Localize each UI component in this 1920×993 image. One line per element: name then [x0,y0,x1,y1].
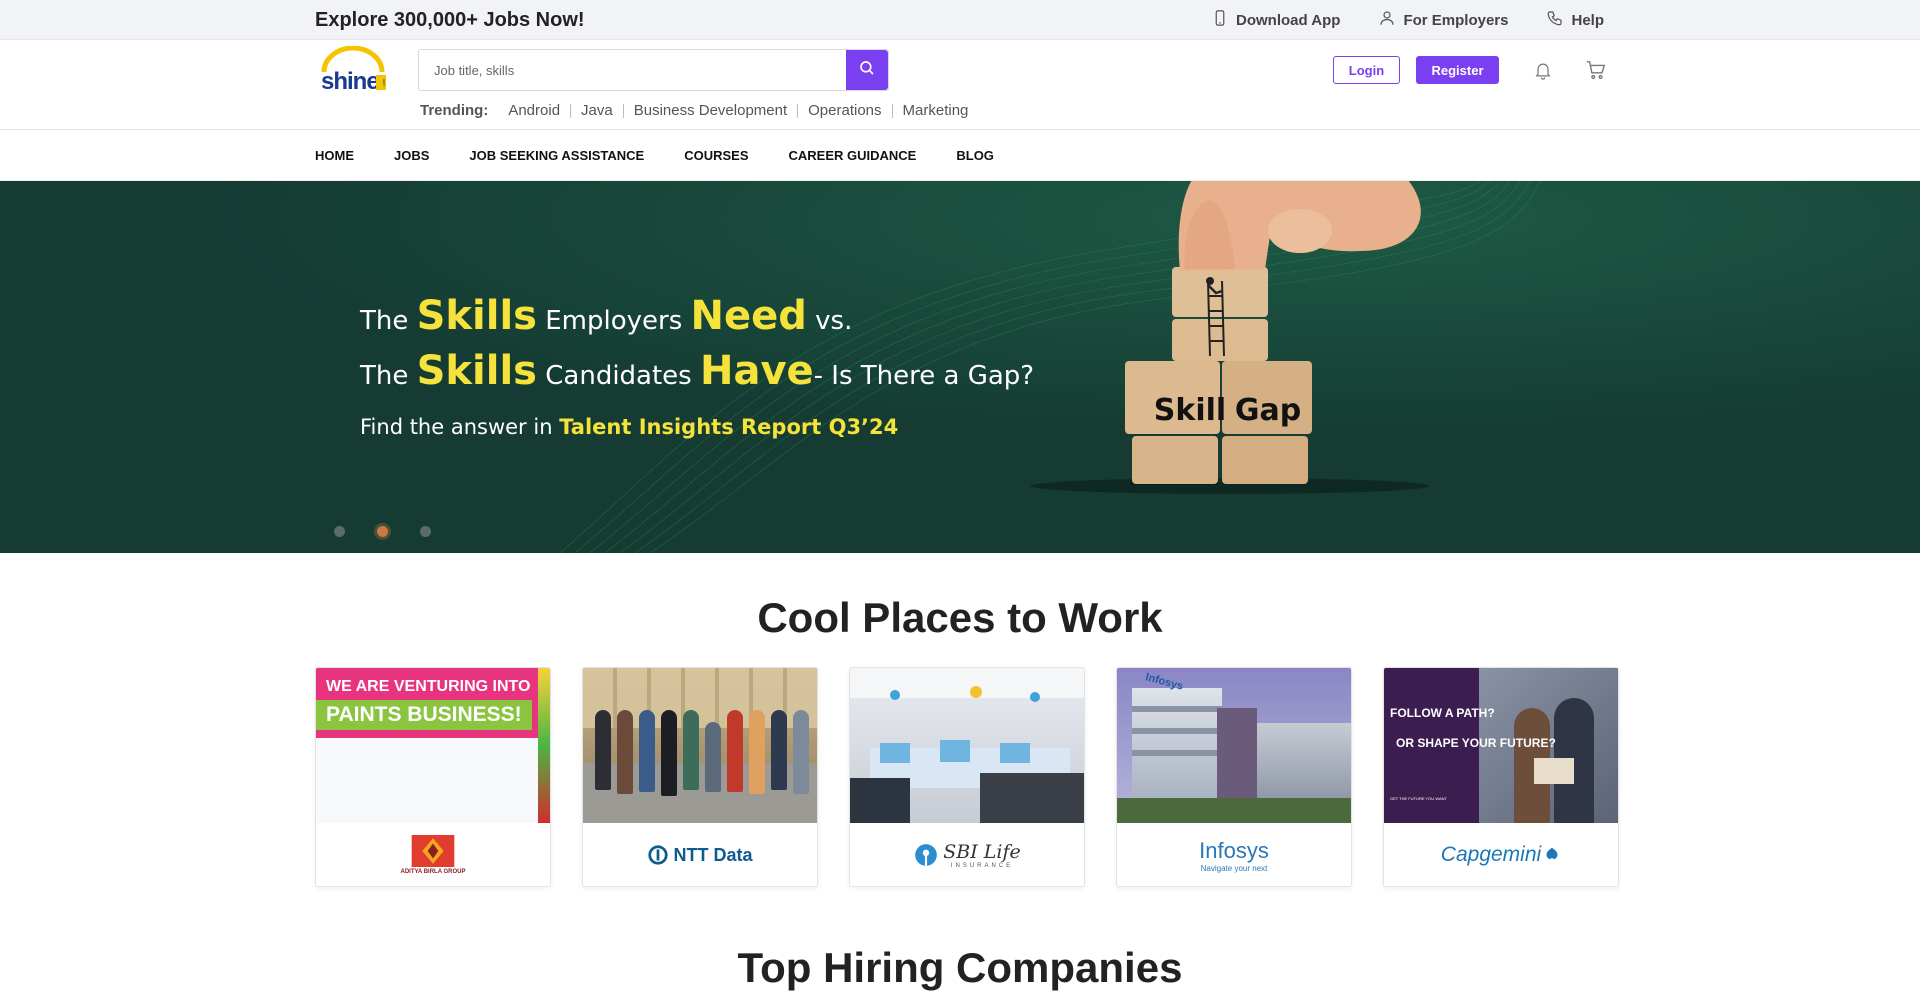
trending-label: Trending: [420,102,489,119]
company-logo: Capgemini [1384,823,1618,886]
banner-line2-highlight: Have [699,348,814,394]
banner-headline: The Skills Employers Need vs. The Skills… [360,291,1034,439]
help-label: Help [1571,11,1604,29]
search-button[interactable] [846,50,888,90]
aditya-birla-logo-icon [411,835,455,867]
company-subtext: INSURANCE [950,863,1014,869]
for-employers-label: For Employers [1403,11,1509,29]
phone-icon [1211,9,1229,31]
banner-line1-part: vs. [806,306,853,336]
sbi-logo-icon [915,844,938,866]
company-name: SBI Life [943,841,1021,863]
top-strip: Explore 300,000+ Jobs Now! Download App … [0,0,1920,40]
company-logo: NTT Data [583,823,817,886]
banner-line1-highlight: Skills [416,293,537,339]
company-logo: ADITYA BIRLA GROUP [316,823,550,886]
top-links: Download App For Employers Help [1211,9,1604,31]
company-card-image: WE ARE VENTURING INTO PAINTS BUSINESS! [316,668,550,823]
carousel-dot-1[interactable] [334,526,345,537]
banner-line1-highlight: Need [690,293,807,339]
header: shine .com Trending: Android Java Busine… [0,40,1920,130]
nav-home[interactable]: HOME [315,148,354,163]
banner-line-2: The Skills Candidates Have- Is There a G… [360,346,1034,401]
cool-places-title: Cool Places to Work [757,594,1163,641]
company-subtext: Navigate your next [1200,863,1268,873]
logo-suffix: .com [381,78,386,87]
company-card-infosys[interactable]: Infosys Infosys Navigate your next [1116,667,1352,887]
company-name: Infosys [1199,837,1269,863]
carousel-dot-2[interactable] [377,526,388,537]
company-card-capgemini[interactable]: FOLLOW A PATH? OR SHAPE YOUR FUTURE? GET… [1383,667,1619,887]
headset-phone-icon [1546,9,1564,31]
main-nav: HOME JOBS JOB SEEKING ASSISTANCE COURSES… [0,130,1920,181]
company-card-sbi-life[interactable]: SBI Life INSURANCE [849,667,1085,887]
download-app-link[interactable]: Download App [1211,9,1340,31]
trending-searches: Trending: Android Java Business Developm… [420,102,978,119]
download-app-label: Download App [1236,11,1341,29]
trending-item-operations[interactable]: Operations [797,103,891,118]
block-text-skill: Skill [1154,393,1226,428]
banner-line2-part: Candidates [536,361,700,391]
carousel-dot-3[interactable] [420,526,431,537]
card-banner-text-2: OR SHAPE YOUR FUTURE? [1396,736,1556,750]
company-card-image [583,668,817,823]
help-link[interactable]: Help [1546,9,1604,31]
company-card-image: Infosys [1117,668,1351,823]
logo-text: shine [321,68,379,95]
search-input[interactable] [419,50,846,90]
nav-job-seeking-assistance[interactable]: JOB SEEKING ASSISTANCE [469,148,644,163]
banner-line2-part: The [360,361,417,391]
shine-logo[interactable]: shine .com [318,45,388,98]
notification-bell-icon[interactable] [1533,59,1553,81]
cart-icon[interactable] [1585,59,1607,81]
capgemini-spade-icon [1546,847,1558,859]
login-button[interactable]: Login [1333,56,1400,84]
register-button[interactable]: Register [1416,56,1499,84]
cool-places-cards: WE ARE VENTURING INTO PAINTS BUSINESS! A… [315,667,1619,887]
banner-line2-highlight: Skills [416,348,537,394]
company-name: Capgemini [1440,843,1542,866]
company-name: ADITYA BIRLA GROUP [400,869,466,875]
banner-line2-part: - Is There a Gap? [813,361,1035,391]
promo-text: Explore 300,000+ Jobs Now! [315,9,585,31]
banner-line3-part: Find the answer in [360,415,560,439]
banner-line1-part: Employers [536,306,691,336]
for-employers-link[interactable]: For Employers [1378,9,1508,31]
hero-banner[interactable]: Skill Gap The Skills Employers Need vs. … [0,181,1920,553]
top-hiring-title: Top Hiring Companies [737,944,1183,991]
trending-item-marketing[interactable]: Marketing [891,103,979,118]
nav-courses[interactable]: COURSES [684,148,748,163]
trending-item-business-development[interactable]: Business Development [622,103,797,118]
card-banner-text: WE ARE VENTURING INTO [326,678,531,695]
nav-career-guidance[interactable]: CAREER GUIDANCE [789,148,917,163]
company-logo: SBI Life INSURANCE [850,823,1084,886]
banner-line1-part: The [360,306,417,336]
banner-line-3: Find the answer in Talent Insights Repor… [360,415,1034,439]
card-banner-text: FOLLOW A PATH? [1390,706,1495,720]
trending-item-java[interactable]: Java [570,103,623,118]
block-text-gap: Gap [1235,393,1301,428]
company-card-image: FOLLOW A PATH? OR SHAPE YOUR FUTURE? GET… [1384,668,1618,823]
company-card-aditya-birla[interactable]: WE ARE VENTURING INTO PAINTS BUSINESS! A… [315,667,551,887]
banner-line-1: The Skills Employers Need vs. [360,291,1034,346]
company-card-ntt-data[interactable]: NTT Data [582,667,818,887]
ntt-data-logo-icon [648,845,669,865]
nav-jobs[interactable]: JOBS [394,148,429,163]
company-logo: Infosys Navigate your next [1117,823,1351,886]
card-banner-small-text: GET THE FUTURE YOU WANT [1390,796,1447,801]
company-name: NTT Data [673,844,753,865]
user-icon [1378,9,1396,31]
trending-item-android[interactable]: Android [498,103,570,118]
nav-blog[interactable]: BLOG [956,148,994,163]
carousel-dots [334,526,431,537]
company-card-image [850,668,1084,823]
search-bar [418,49,889,91]
card-banner-highlight: PAINTS BUSINESS! [316,700,532,730]
banner-report-link-text: Talent Insights Report Q3’24 [559,415,899,439]
search-icon [858,59,876,82]
